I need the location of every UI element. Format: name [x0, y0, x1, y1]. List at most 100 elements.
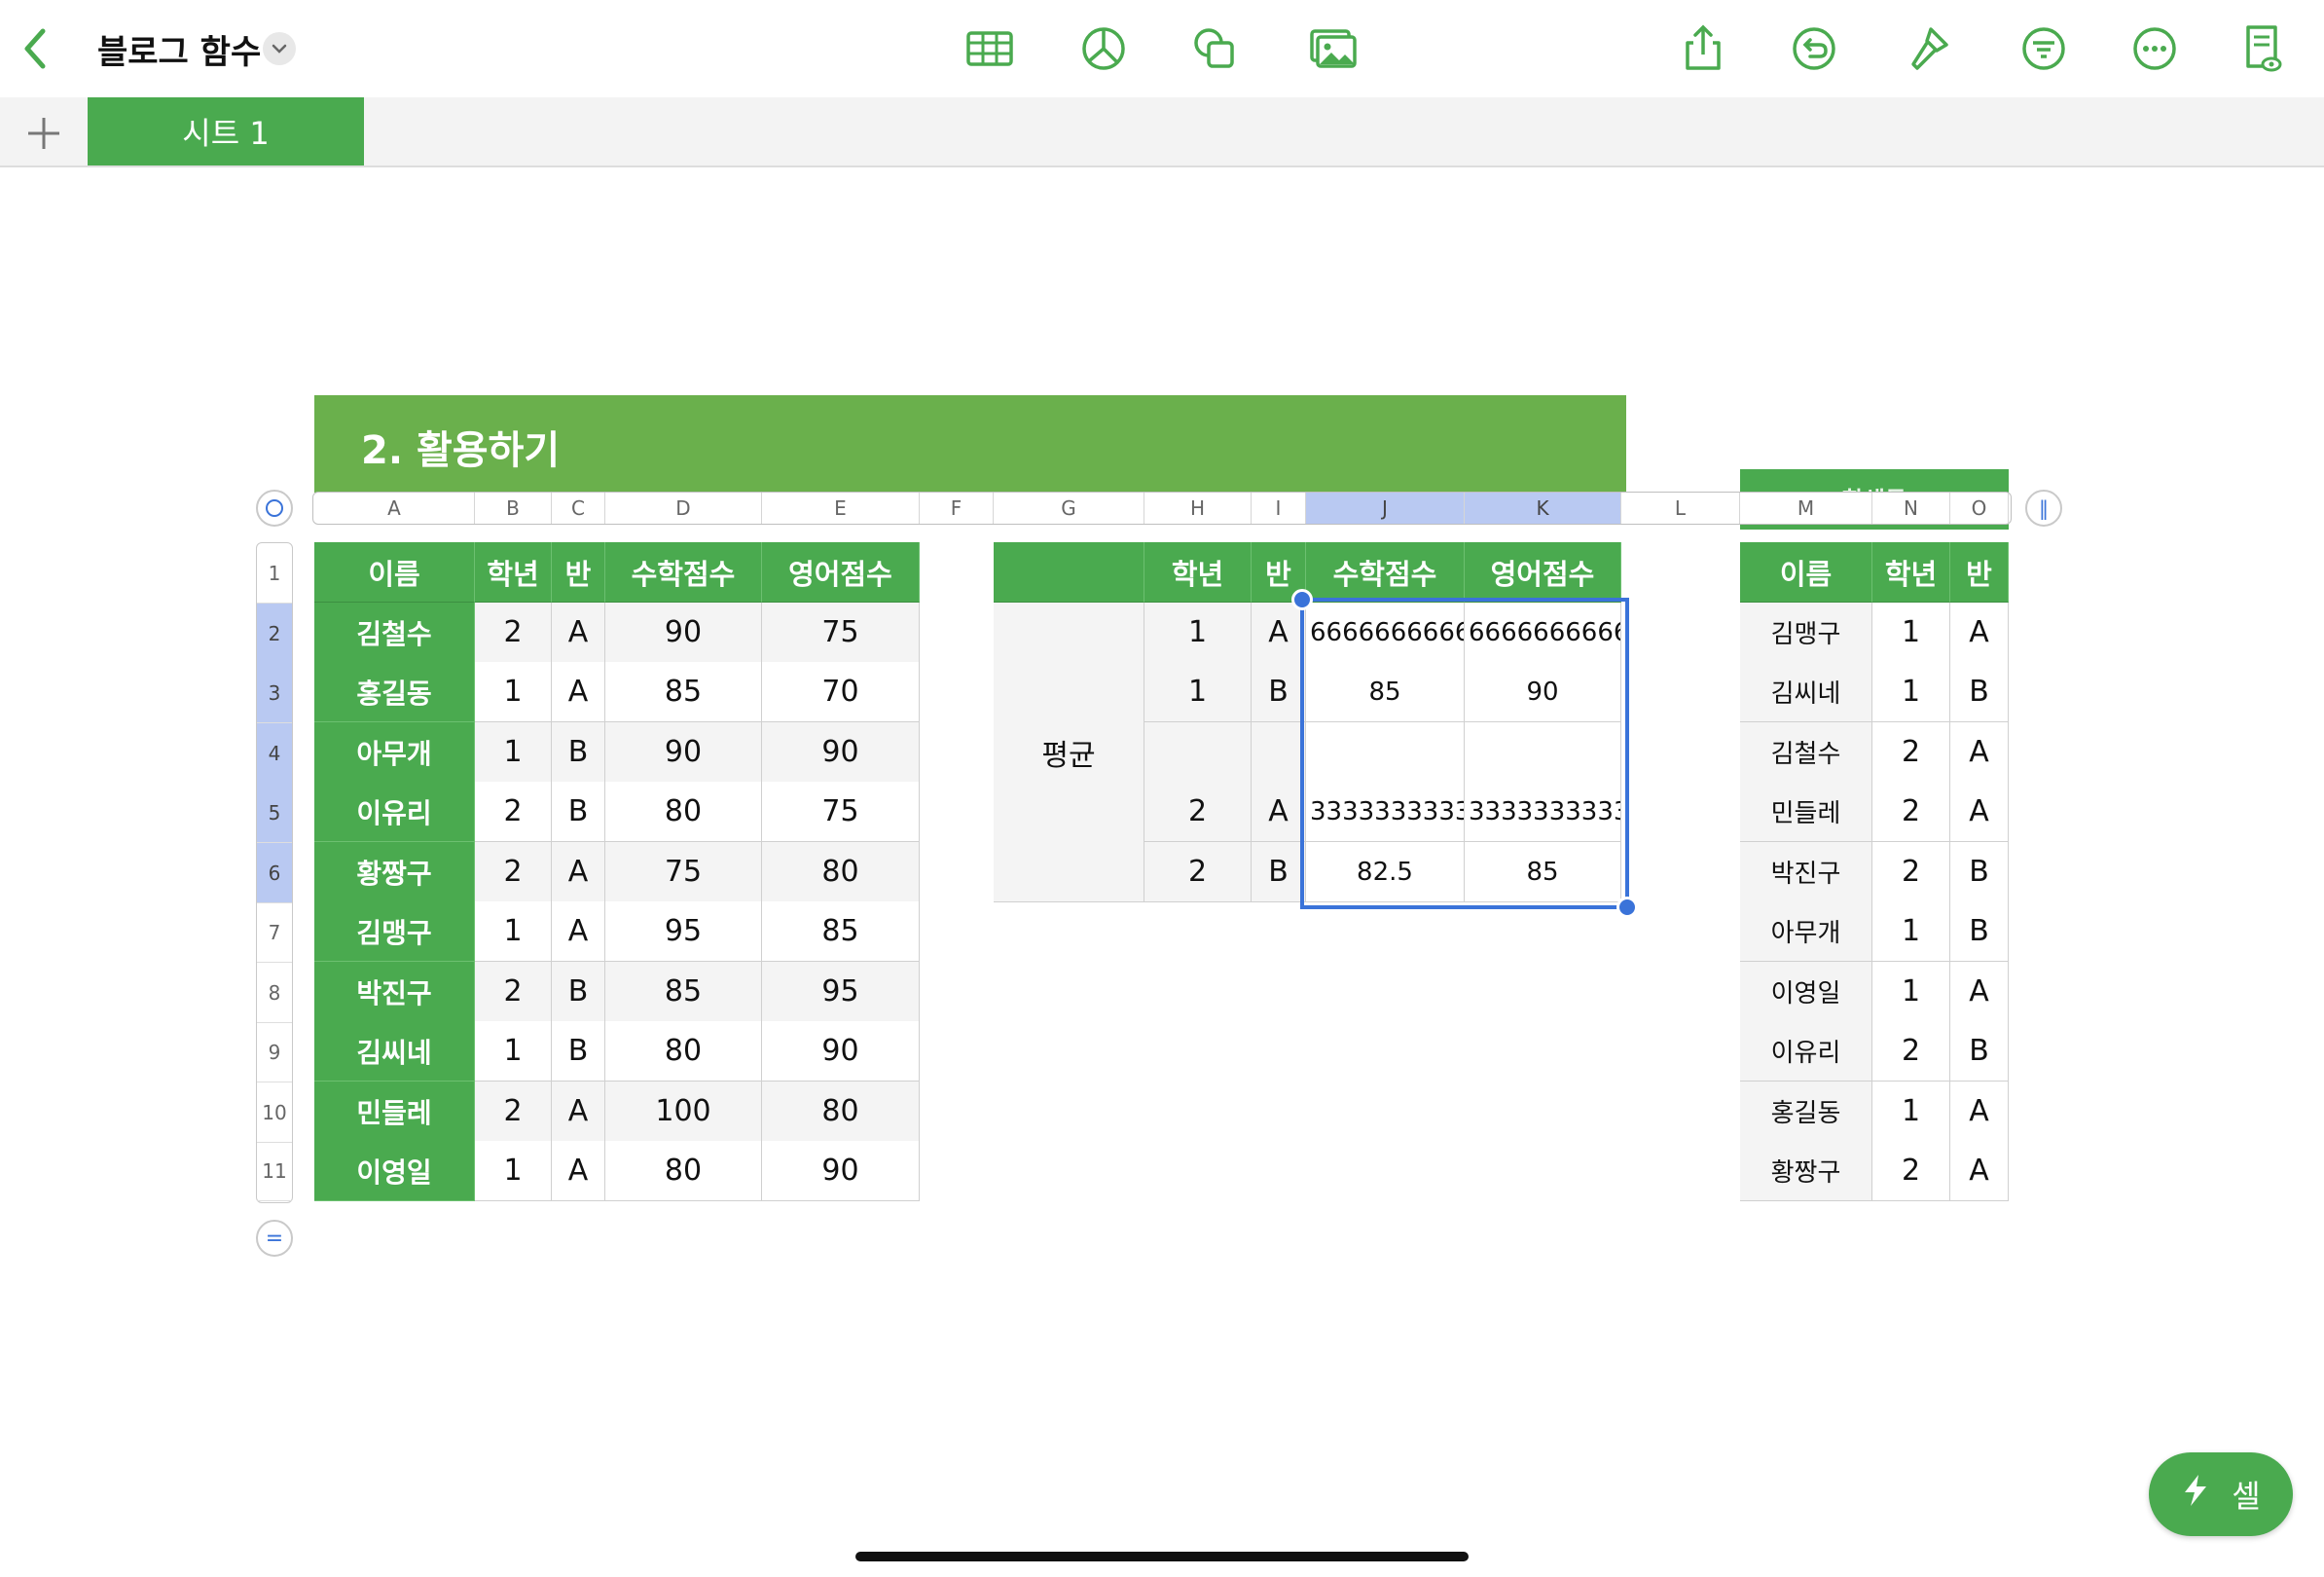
table-cell[interactable]: 2: [475, 1082, 552, 1142]
table-cell[interactable]: 2: [475, 782, 552, 842]
students-cell[interactable]: B: [1950, 1021, 2009, 1082]
student-name-cell[interactable]: 김씨네: [314, 1021, 475, 1082]
students-cell[interactable]: B: [1950, 842, 2009, 902]
left-header-cell[interactable]: 수학점수: [605, 542, 762, 603]
media-icon[interactable]: [1302, 18, 1364, 80]
left-header-cell[interactable]: 학년: [475, 542, 552, 603]
students-cell[interactable]: A: [1950, 962, 2009, 1022]
table-cell[interactable]: B: [552, 962, 605, 1022]
table-cell[interactable]: 1: [475, 722, 552, 783]
students-cell[interactable]: A: [1950, 603, 2009, 663]
average-cell[interactable]: A: [1252, 782, 1306, 842]
students-name-cell[interactable]: 이유리: [1740, 1021, 1872, 1082]
row-header-4[interactable]: 4: [257, 723, 292, 784]
table-cell[interactable]: A: [552, 662, 605, 722]
cell-action-button[interactable]: 셀: [2149, 1452, 2293, 1536]
share-icon[interactable]: [1672, 18, 1734, 80]
table-cell[interactable]: A: [552, 603, 605, 663]
selection-end-handle[interactable]: [1616, 897, 1638, 918]
column-resize-handle[interactable]: ‖: [2025, 490, 2062, 527]
average-label-cell[interactable]: 평균: [994, 603, 1144, 902]
average-header-cell[interactable]: [994, 542, 1144, 603]
filter-icon[interactable]: [2013, 18, 2075, 80]
table-select-handle[interactable]: [256, 490, 293, 527]
students-name-cell[interactable]: 이영일: [1740, 962, 1872, 1022]
student-name-cell[interactable]: 김철수: [314, 603, 475, 663]
cell-selection[interactable]: [1291, 589, 1638, 918]
students-cell[interactable]: A: [1950, 1082, 2009, 1142]
student-name-cell[interactable]: 이영일: [314, 1141, 475, 1201]
row-header-6[interactable]: 6: [257, 843, 292, 903]
student-name-cell[interactable]: 김맹구: [314, 901, 475, 962]
column-header-l[interactable]: L: [1621, 493, 1740, 524]
average-cell[interactable]: 1: [1144, 662, 1252, 722]
average-cell[interactable]: [1252, 722, 1306, 783]
reading-view-icon[interactable]: [2231, 18, 2293, 80]
students-cell[interactable]: 1: [1872, 1082, 1950, 1142]
average-cell[interactable]: A: [1252, 603, 1306, 663]
table-cell[interactable]: A: [552, 842, 605, 902]
chart-icon[interactable]: [1072, 18, 1135, 80]
more-icon[interactable]: [2124, 18, 2186, 80]
row-header-5[interactable]: 5: [257, 783, 292, 843]
left-header-cell[interactable]: 이름: [314, 542, 475, 603]
table-cell[interactable]: 95: [762, 962, 920, 1022]
column-header-d[interactable]: D: [605, 493, 762, 524]
column-header-m[interactable]: M: [1740, 493, 1872, 524]
students-cell[interactable]: 2: [1872, 722, 1950, 783]
table-cell[interactable]: 1: [475, 901, 552, 962]
students-cell[interactable]: B: [1950, 901, 2009, 962]
table-cell[interactable]: B: [552, 1021, 605, 1082]
row-header-7[interactable]: 7: [257, 902, 292, 963]
table-cell[interactable]: 85: [605, 662, 762, 722]
students-cell[interactable]: 2: [1872, 1141, 1950, 1201]
students-cell[interactable]: B: [1950, 662, 2009, 722]
undo-icon[interactable]: [1783, 18, 1845, 80]
table-cell[interactable]: 90: [605, 603, 762, 663]
table-cell[interactable]: B: [552, 722, 605, 783]
table-cell[interactable]: 90: [762, 722, 920, 783]
row-header-1[interactable]: 1: [257, 543, 292, 604]
student-name-cell[interactable]: 황짱구: [314, 842, 475, 902]
students-name-cell[interactable]: 아무개: [1740, 901, 1872, 962]
table-cell[interactable]: 75: [605, 842, 762, 902]
table-cell[interactable]: A: [552, 901, 605, 962]
table-cell[interactable]: 75: [762, 782, 920, 842]
students-cell[interactable]: A: [1950, 1141, 2009, 1201]
table-cell[interactable]: 80: [762, 1082, 920, 1142]
table-cell[interactable]: 2: [475, 962, 552, 1022]
paintbrush-icon[interactable]: [1898, 18, 1960, 80]
row-header-9[interactable]: 9: [257, 1022, 292, 1082]
student-name-cell[interactable]: 홍길동: [314, 662, 475, 722]
average-header-cell[interactable]: 학년: [1144, 542, 1252, 603]
students-name-cell[interactable]: 황짱구: [1740, 1141, 1872, 1201]
table-cell[interactable]: 75: [762, 603, 920, 663]
students-header-cell[interactable]: 반: [1950, 542, 2009, 603]
column-header-f[interactable]: F: [920, 493, 994, 524]
row-header-8[interactable]: 8: [257, 963, 292, 1023]
row-header-2[interactable]: 2: [257, 604, 292, 664]
left-header-cell[interactable]: 영어점수: [762, 542, 920, 603]
column-header-h[interactable]: H: [1144, 493, 1252, 524]
table-cell[interactable]: 100: [605, 1082, 762, 1142]
students-cell[interactable]: 1: [1872, 901, 1950, 962]
table-cell[interactable]: A: [552, 1082, 605, 1142]
students-name-cell[interactable]: 민들레: [1740, 782, 1872, 842]
student-name-cell[interactable]: 박진구: [314, 962, 475, 1022]
row-header-10[interactable]: 10: [257, 1082, 292, 1143]
students-cell[interactable]: A: [1950, 722, 2009, 783]
table-cell[interactable]: 95: [605, 901, 762, 962]
column-header-a[interactable]: A: [314, 493, 475, 524]
table-cell[interactable]: 80: [605, 1021, 762, 1082]
table-cell[interactable]: 1: [475, 1021, 552, 1082]
tab-sheet-1[interactable]: 시트 1: [88, 97, 364, 165]
add-sheet-plus-icon[interactable]: [18, 109, 70, 158]
students-cell[interactable]: 1: [1872, 662, 1950, 722]
average-cell[interactable]: 1: [1144, 603, 1252, 663]
average-cell[interactable]: [1144, 722, 1252, 783]
table-cell[interactable]: 90: [762, 1021, 920, 1082]
average-cell[interactable]: 2: [1144, 782, 1252, 842]
column-header-n[interactable]: N: [1872, 493, 1950, 524]
column-header-b[interactable]: B: [475, 493, 552, 524]
table-cell[interactable]: 2: [475, 603, 552, 663]
